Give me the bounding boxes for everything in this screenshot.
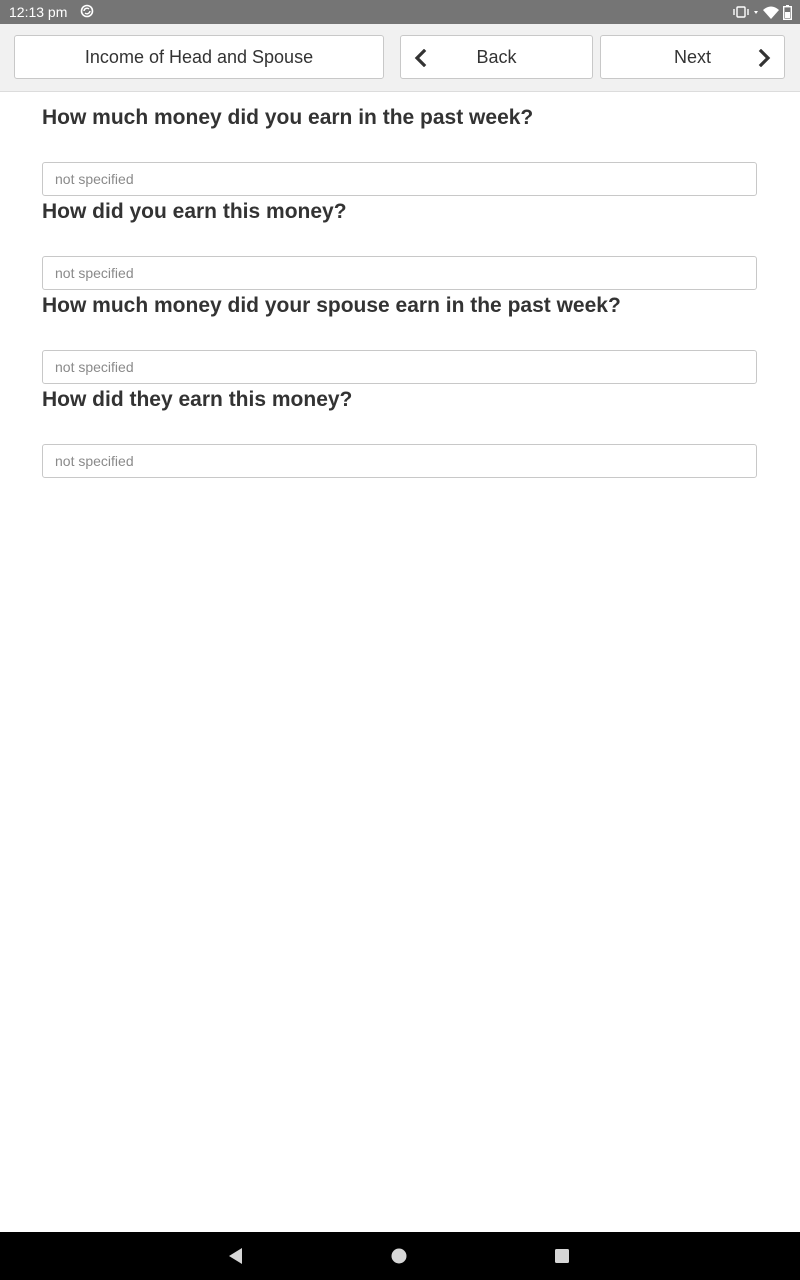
back-button[interactable]: Back xyxy=(400,35,593,79)
status-icons xyxy=(733,4,792,20)
home-circle-icon[interactable] xyxy=(389,1246,409,1266)
battery-icon xyxy=(783,4,792,20)
earnings-spouse-input[interactable] xyxy=(42,350,757,384)
next-label: Next xyxy=(673,46,711,67)
question-label: How much money did you earn in the past … xyxy=(42,106,534,129)
back-label: Back xyxy=(476,46,517,67)
next-button[interactable]: Next xyxy=(600,35,785,79)
back-triangle-icon[interactable] xyxy=(226,1246,246,1266)
sync-icon xyxy=(80,4,94,18)
question-label: How did they earn this money? xyxy=(42,388,353,411)
vibrate-icon xyxy=(733,6,749,18)
status-time: 12:13 pm xyxy=(9,4,68,20)
status-bar: 12:13 pm xyxy=(0,0,800,24)
earnings-self-input[interactable] xyxy=(42,162,757,196)
earnings-method-spouse-input[interactable] xyxy=(42,444,757,478)
recents-square-icon[interactable] xyxy=(552,1246,572,1266)
wifi-icon xyxy=(763,6,779,19)
chevron-left-icon xyxy=(414,49,427,67)
signal-dot-icon xyxy=(754,11,758,14)
section-label: Income of Head and Spouse xyxy=(84,46,314,67)
toolbar: Income of Head and Spouse Back Next xyxy=(0,24,800,92)
question-label: How much money did your spouse earn in t… xyxy=(42,294,621,317)
chevron-right-icon xyxy=(758,49,771,67)
question-label: How did you earn this money? xyxy=(42,200,347,223)
system-nav-bar xyxy=(0,1232,800,1280)
section-button[interactable]: Income of Head and Spouse xyxy=(14,35,384,79)
earnings-method-self-input[interactable] xyxy=(42,256,757,290)
